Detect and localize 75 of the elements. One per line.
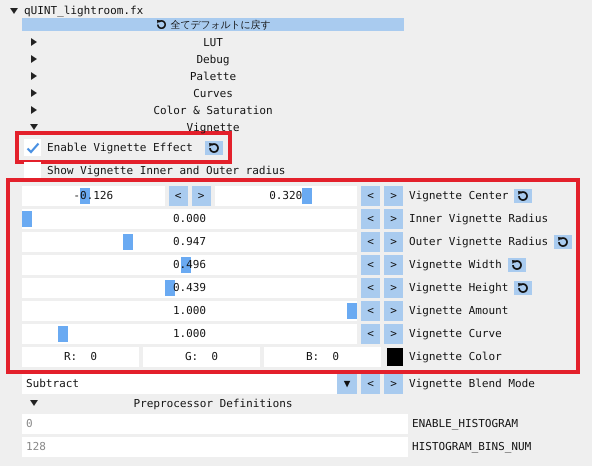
slider-field[interactable]: 1.000 bbox=[22, 324, 357, 344]
slider-field[interactable]: 0.947 bbox=[22, 232, 357, 252]
collapsed-triangle-icon[interactable] bbox=[30, 106, 38, 114]
section-header[interactable]: Debug bbox=[196, 53, 230, 66]
section-header[interactable]: LUT bbox=[203, 36, 223, 49]
section-header[interactable]: Palette bbox=[190, 70, 236, 83]
setting-label: Inner Vignette Radius bbox=[409, 212, 548, 225]
decrease-button[interactable]: < bbox=[361, 278, 380, 298]
increase-button[interactable]: > bbox=[384, 254, 403, 274]
decrease-button[interactable]: < bbox=[361, 232, 380, 252]
collapsed-triangle-icon[interactable] bbox=[30, 89, 38, 97]
setting-label: Vignette Amount bbox=[409, 304, 508, 317]
checkbox[interactable] bbox=[24, 139, 41, 156]
reset-button[interactable] bbox=[514, 188, 532, 202]
slider-thumb[interactable] bbox=[58, 326, 68, 342]
decrease-button[interactable]: < bbox=[361, 186, 380, 206]
file-title: qUINT_lightroom.fx bbox=[24, 4, 144, 17]
increase-button[interactable]: > bbox=[192, 186, 210, 206]
decrease-button[interactable]: < bbox=[361, 208, 380, 228]
increase-button[interactable]: > bbox=[384, 186, 403, 206]
decrease-button[interactable]: < bbox=[361, 324, 380, 344]
setting-label: Vignette Blend Mode bbox=[409, 377, 535, 390]
collapsed-triangle-icon[interactable] bbox=[30, 55, 38, 63]
checkbox-label: Enable Vignette Effect bbox=[47, 141, 193, 154]
slider-thumb[interactable] bbox=[165, 280, 175, 296]
slider-thumb[interactable] bbox=[347, 302, 357, 318]
slider-thumb[interactable] bbox=[122, 234, 133, 250]
collapsed-triangle-icon[interactable] bbox=[30, 38, 38, 46]
color-channel-field[interactable]: R: 0 bbox=[22, 346, 139, 366]
increase-button[interactable]: > bbox=[384, 300, 403, 320]
increase-button[interactable]: > bbox=[384, 324, 403, 344]
setting-label: Vignette Color bbox=[409, 350, 502, 363]
slider-thumb[interactable] bbox=[22, 210, 32, 226]
slider-field[interactable]: 1.000 bbox=[22, 300, 357, 320]
expanded-triangle-icon[interactable] bbox=[30, 123, 38, 131]
reset-button[interactable] bbox=[514, 280, 532, 294]
setting-label: Vignette Center bbox=[409, 189, 508, 202]
reset-button[interactable] bbox=[554, 234, 572, 248]
setting-label: Vignette Width bbox=[409, 258, 502, 271]
increase-button[interactable]: > bbox=[384, 374, 403, 394]
definition-field[interactable]: 0 bbox=[22, 414, 408, 434]
setting-label: Vignette Curve bbox=[409, 327, 502, 340]
color-swatch[interactable] bbox=[387, 348, 403, 366]
definition-name: ENABLE_HISTOGRAM bbox=[412, 417, 518, 430]
increase-button[interactable]: > bbox=[384, 232, 403, 252]
decrease-button[interactable]: < bbox=[361, 254, 380, 274]
reset-all-button[interactable]: 全てデフォルトに戻す bbox=[22, 18, 404, 31]
reset-icon bbox=[156, 19, 166, 30]
decrease-button[interactable]: < bbox=[361, 374, 380, 394]
expanded-triangle-icon[interactable] bbox=[10, 6, 18, 14]
reset-button[interactable] bbox=[204, 140, 223, 154]
section-header[interactable]: Curves bbox=[193, 87, 233, 100]
reset-button[interactable] bbox=[508, 258, 526, 272]
checkbox[interactable] bbox=[24, 162, 41, 179]
increase-button[interactable]: > bbox=[384, 208, 403, 228]
collapsed-triangle-icon[interactable] bbox=[30, 72, 38, 80]
blend-mode-dropdown[interactable]: Subtract bbox=[22, 374, 337, 394]
setting-label: Outer Vignette Radius bbox=[409, 235, 548, 248]
section-header[interactable]: Preprocessor Definitions bbox=[134, 397, 292, 410]
slider-field[interactable]: 0.000 bbox=[22, 208, 357, 228]
color-channel-field[interactable]: B: 0 bbox=[264, 346, 381, 366]
dropdown-button[interactable]: ▼ bbox=[337, 374, 357, 394]
decrease-button[interactable]: < bbox=[361, 300, 380, 320]
setting-label: Vignette Height bbox=[409, 281, 508, 294]
color-channel-field[interactable]: G: 0 bbox=[143, 346, 260, 366]
section-header[interactable]: Color & Saturation bbox=[153, 104, 273, 117]
slider-field[interactable]: 0.320 bbox=[214, 186, 357, 206]
definition-field[interactable]: 128 bbox=[22, 436, 408, 456]
checkbox-label: Show Vignette Inner and Outer radius bbox=[47, 164, 286, 177]
increase-button[interactable]: > bbox=[384, 278, 403, 298]
section-header[interactable]: Vignette bbox=[186, 121, 240, 134]
decrease-button[interactable]: < bbox=[168, 186, 188, 206]
slider-thumb[interactable] bbox=[302, 188, 312, 204]
expanded-triangle-icon[interactable] bbox=[30, 399, 38, 407]
definition-name: HISTOGRAM_BINS_NUM bbox=[412, 440, 532, 453]
